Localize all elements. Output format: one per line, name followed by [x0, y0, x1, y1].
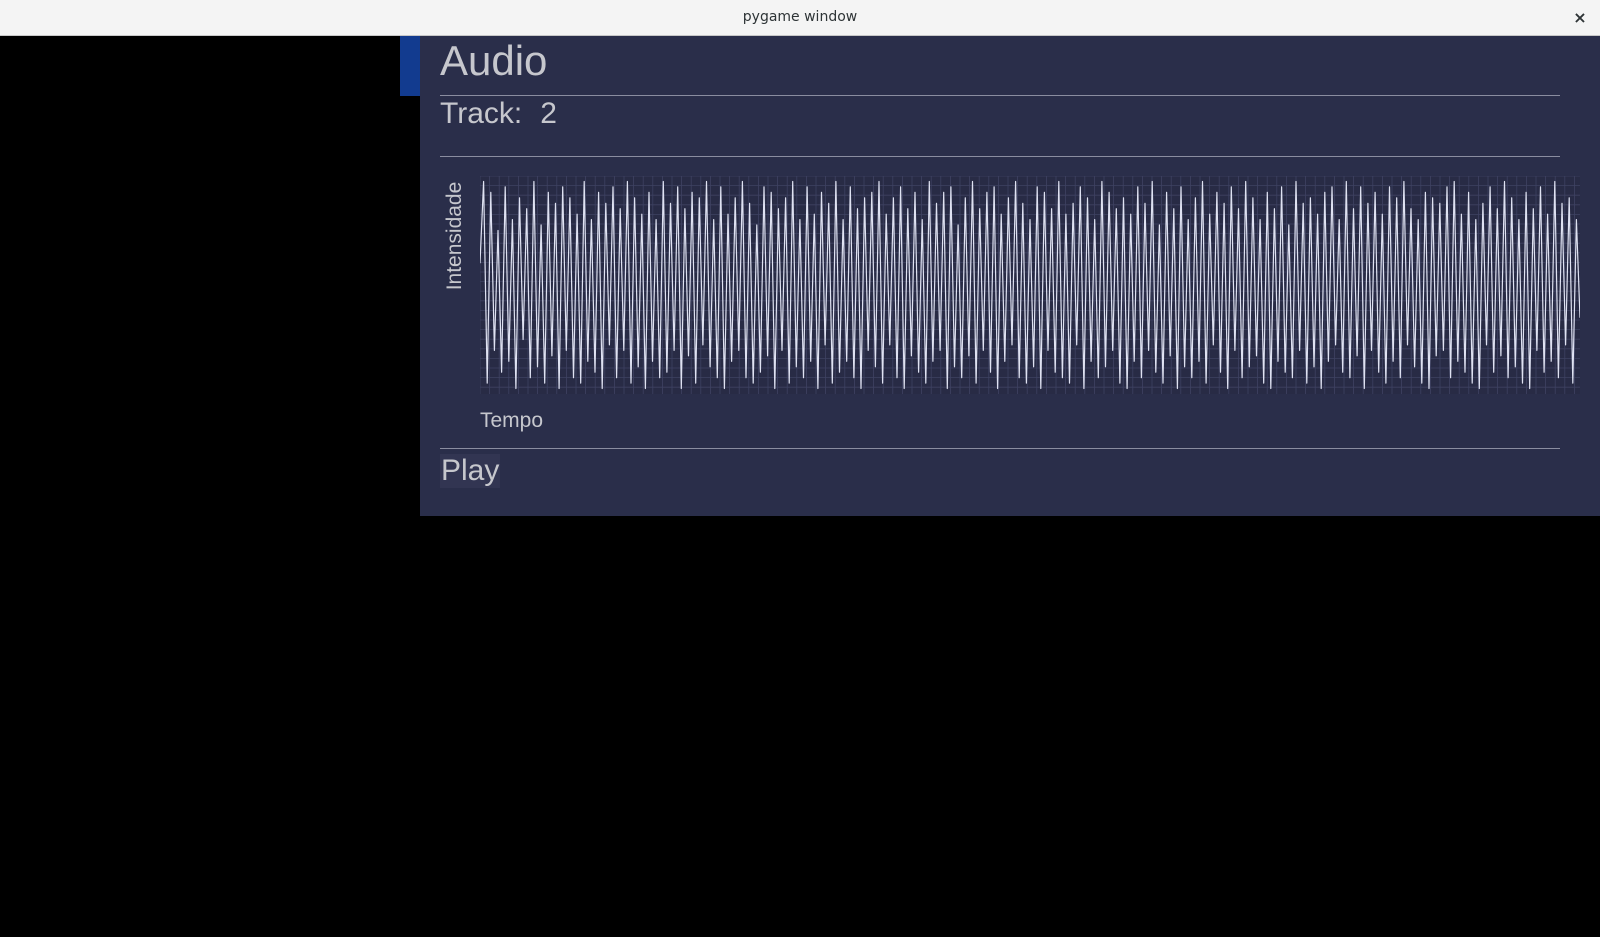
y-axis-label-container: Intensidade — [440, 176, 470, 296]
window-title: pygame window — [742, 9, 858, 25]
window-titlebar: pygame window × — [0, 0, 1600, 36]
track-label: Track: — [440, 97, 523, 130]
play-button[interactable]: Play — [440, 454, 501, 488]
panel-title: Audio — [440, 37, 548, 84]
waveform-chart — [480, 176, 1580, 394]
x-axis-label: Tempo — [480, 409, 544, 432]
track-value: 2 — [540, 97, 557, 130]
divider — [440, 448, 1560, 449]
y-axis-label: Intensidade — [443, 181, 466, 291]
divider — [440, 95, 1560, 96]
divider — [440, 156, 1560, 157]
track-row: Track: 2 — [440, 94, 557, 134]
close-icon[interactable]: × — [1568, 6, 1592, 30]
accent-tab — [400, 36, 420, 96]
game-viewport: Audio Track: 2 Intensidade Tempo Play — [0, 36, 1600, 937]
audio-panel: Audio Track: 2 Intensidade Tempo Play — [420, 36, 1600, 516]
